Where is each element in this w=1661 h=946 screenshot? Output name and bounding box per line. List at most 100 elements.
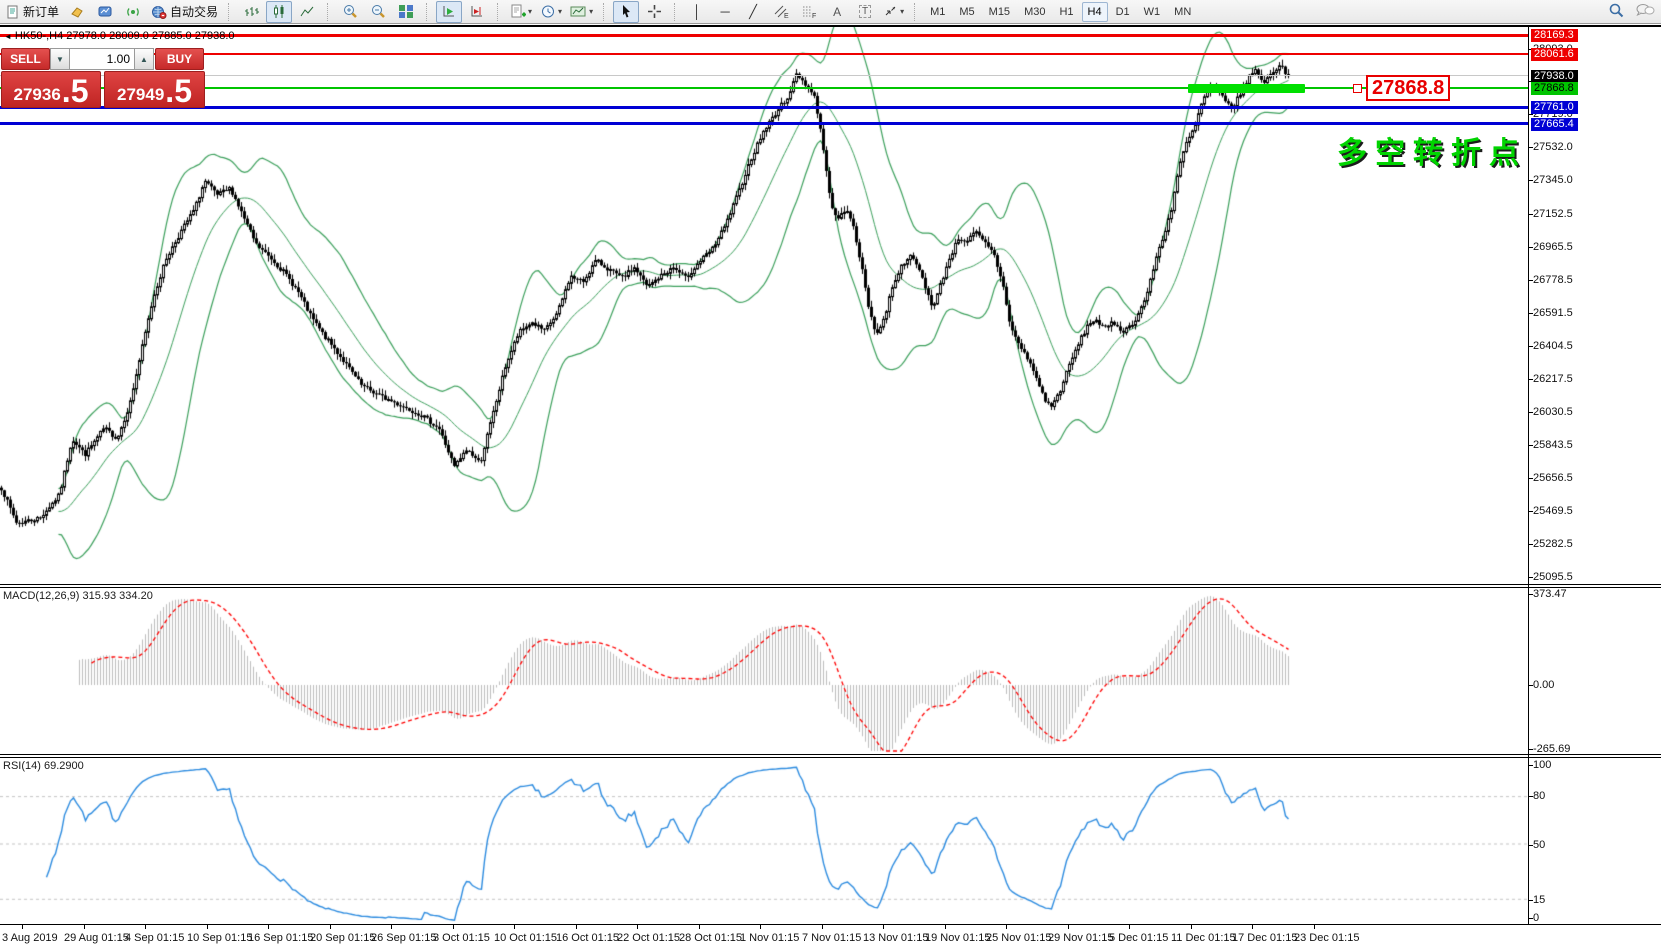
horizontal-line-button[interactable]: ─ — [712, 1, 738, 23]
time-axis-tick — [1314, 925, 1315, 929]
indicators-button[interactable]: ▾ — [507, 1, 535, 23]
crosshair-button[interactable] — [641, 1, 667, 23]
price-annotation-box[interactable]: 27868.8 — [1366, 75, 1450, 101]
zoom-out-button[interactable] — [365, 1, 391, 23]
tile-windows-button[interactable] — [393, 1, 419, 23]
volume-down-button[interactable]: ▼ — [50, 48, 70, 70]
bar-chart-icon — [243, 4, 259, 19]
indicator-axis-label: 80 — [1533, 790, 1545, 802]
price-axis-tick-label: 25095.5 — [1533, 571, 1573, 583]
rsi-label: RSI(14) 69.2900 — [3, 760, 84, 772]
time-axis-tick — [945, 925, 946, 929]
timeframe-button-m5[interactable]: M5 — [953, 2, 980, 22]
svg-text:F: F — [812, 13, 816, 19]
text-button[interactable]: A — [824, 1, 850, 23]
time-axis-label: 4 Sep 01:15 — [125, 932, 184, 944]
arrows-button[interactable]: ▾ — [880, 1, 907, 23]
timeframe-button-h4[interactable]: H4 — [1082, 2, 1108, 22]
autoscroll-icon — [441, 4, 457, 19]
bar-chart-button[interactable] — [238, 1, 264, 23]
timeframe-button-m1[interactable]: M1 — [924, 2, 951, 22]
timeframe-button-h1[interactable]: H1 — [1053, 2, 1079, 22]
toolbar-separator — [426, 3, 432, 21]
timeframe-button-m30[interactable]: M30 — [1018, 2, 1051, 22]
templates-button[interactable]: ▾ — [567, 1, 596, 23]
chat-icon[interactable] — [1635, 2, 1655, 19]
autotrading-icon — [151, 5, 167, 19]
time-axis-label: 26 Sep 01:15 — [371, 932, 436, 944]
time-axis-tick — [330, 925, 331, 929]
zoom-in-icon — [342, 4, 358, 20]
rsi-pane-canvas[interactable] — [0, 758, 1528, 924]
cursor-button[interactable] — [613, 1, 639, 23]
mt4-window: 新订单 自动交易 — [0, 0, 1661, 946]
horizontal-line-object[interactable] — [0, 106, 1528, 109]
sell-button[interactable]: SELL — [1, 48, 50, 70]
new-order-button[interactable]: 新订单 — [3, 1, 62, 23]
candlestick-icon — [271, 4, 287, 19]
price-line-label: 28169.3 — [1531, 29, 1578, 42]
macd-pane-canvas[interactable] — [0, 588, 1528, 754]
timeframe-button-w1[interactable]: W1 — [1138, 2, 1167, 22]
time-axis-label: 16 Oct 01:15 — [556, 932, 619, 944]
vertical-line-button[interactable]: │ — [684, 1, 710, 23]
time-axis-label: 16 Sep 01:15 — [248, 932, 313, 944]
arrows-icon — [883, 4, 898, 19]
search-icon[interactable] — [1608, 2, 1625, 19]
time-axis[interactable]: 3 Aug 201929 Aug 01:154 Sep 01:1510 Sep … — [0, 924, 1661, 946]
text-label-button[interactable]: T — [852, 1, 878, 23]
crosshair-icon — [647, 4, 662, 19]
autotrading-button[interactable]: 自动交易 — [148, 1, 221, 23]
indicator-axis-label: 0.00 — [1533, 679, 1554, 691]
line-chart-button[interactable] — [294, 1, 320, 23]
price-axis-tick-label: 26965.5 — [1533, 241, 1573, 253]
signals-button[interactable] — [120, 1, 146, 23]
price-line-label: 27665.4 — [1531, 118, 1578, 131]
new-order-icon — [6, 5, 20, 19]
time-axis-tick — [1129, 925, 1130, 929]
horizontal-line-object[interactable] — [0, 75, 1528, 76]
fibonacci-button[interactable]: F — [796, 1, 822, 23]
time-axis-tick — [1191, 925, 1192, 929]
volume-up-button[interactable]: ▲ — [134, 48, 154, 70]
one-click-trade-panel: SELL ▼ 1.00 ▲ BUY 27936.5 27949.5 — [1, 48, 205, 108]
time-axis-label: 11 Dec 01:15 — [1171, 932, 1236, 944]
timeframe-button-mn[interactable]: MN — [1168, 2, 1197, 22]
terminal-icon — [97, 5, 113, 19]
trendline-button[interactable]: ╱ — [740, 1, 766, 23]
channel-button[interactable]: E — [768, 1, 794, 23]
chevron-down-icon: ▾ — [528, 7, 532, 16]
timeframe-button-m15[interactable]: M15 — [983, 2, 1016, 22]
horizontal-line-object[interactable] — [0, 53, 1528, 55]
terminal-button[interactable] — [92, 1, 118, 23]
price-axis-tick-label: 25469.5 — [1533, 505, 1573, 517]
price-annotation-handle[interactable] — [1353, 84, 1362, 93]
metaeditor-button[interactable] — [64, 1, 90, 23]
ask-price[interactable]: 27949.5 — [104, 71, 205, 108]
zoom-in-button[interactable] — [337, 1, 363, 23]
buy-button[interactable]: BUY — [155, 48, 204, 70]
autoscroll-button[interactable] — [436, 1, 462, 23]
thick-trendline-segment[interactable] — [1188, 84, 1305, 93]
time-axis-tick — [391, 925, 392, 929]
time-axis-tick — [822, 925, 823, 929]
price-axis-tick-label: 26217.5 — [1533, 373, 1573, 385]
bid-price[interactable]: 27936.5 — [1, 71, 101, 108]
horizontal-line-object[interactable] — [0, 122, 1528, 125]
time-axis-tick — [883, 925, 884, 929]
toolbar-separator — [228, 3, 234, 21]
main-chart-canvas[interactable] — [0, 27, 1528, 584]
candlestick-button[interactable] — [266, 1, 292, 23]
indicator-axis-label: 50 — [1533, 839, 1545, 851]
chart-shift-button[interactable] — [464, 1, 490, 23]
time-axis-label: 7 Nov 01:15 — [802, 932, 861, 944]
periods-button[interactable]: ▾ — [537, 1, 565, 23]
time-axis-tick — [453, 925, 454, 929]
autotrading-label: 自动交易 — [170, 3, 218, 20]
periods-icon — [540, 4, 556, 19]
metaeditor-icon — [69, 5, 85, 19]
timeframe-button-d1[interactable]: D1 — [1110, 2, 1136, 22]
volume-input[interactable]: 1.00 — [70, 48, 134, 70]
line-chart-icon — [299, 4, 315, 19]
fibonacci-icon: F — [801, 4, 817, 19]
